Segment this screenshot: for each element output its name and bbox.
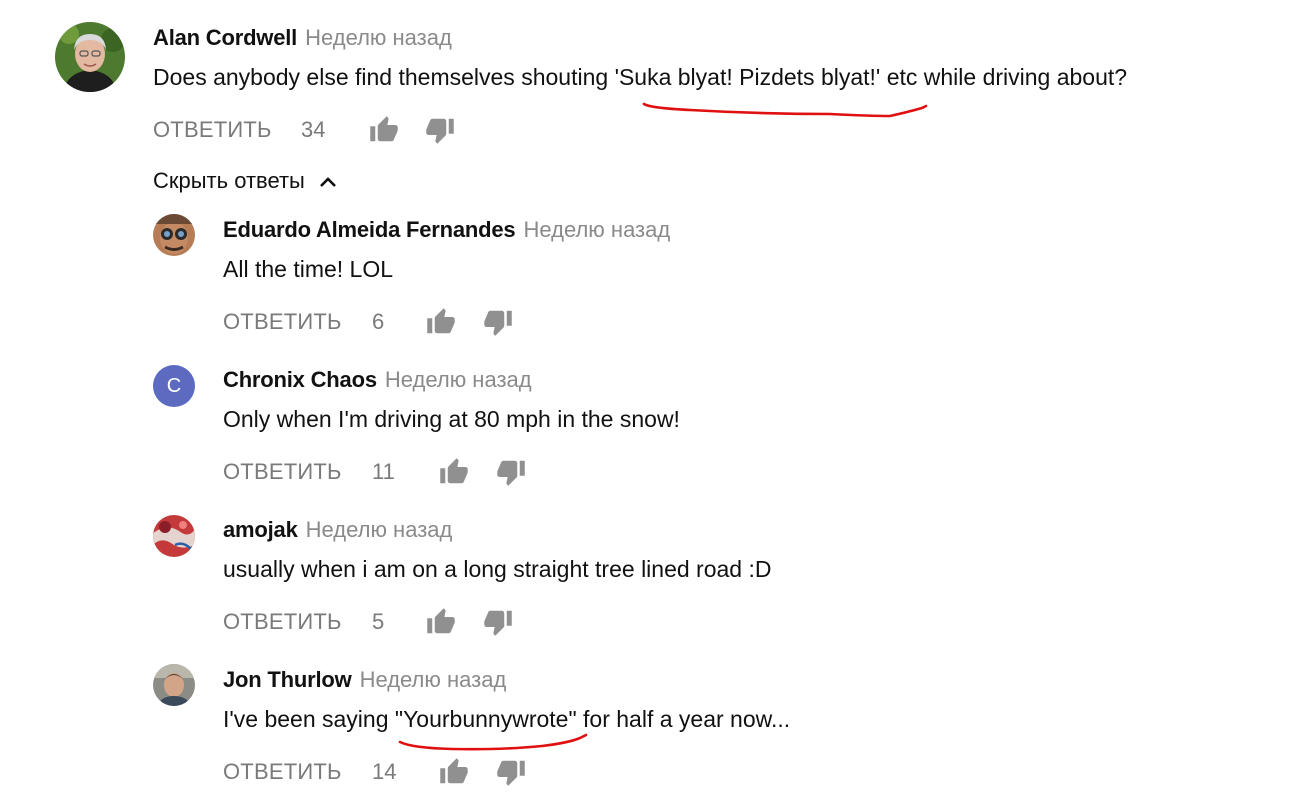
like-count: 34: [301, 117, 326, 142]
photo-man-portrait-icon: [153, 664, 195, 706]
like-count: 5: [372, 609, 385, 634]
comment-text: usually when i am on a long straight tre…: [223, 556, 772, 582]
timestamp[interactable]: Неделю назад: [523, 217, 670, 242]
avatar[interactable]: [153, 515, 195, 557]
comment-actions: ОТВЕТИТЬ 11: [223, 457, 543, 489]
avatar[interactable]: [153, 664, 195, 706]
hide-replies-button[interactable]: Скрыть ответы: [153, 168, 337, 194]
comment-header: Eduardo Almeida Fernandes Неделю назад: [223, 217, 670, 243]
dislike-icon[interactable]: [425, 115, 455, 145]
comment-header: Jon Thurlow Неделю назад: [223, 667, 506, 693]
like-icon[interactable]: [439, 757, 469, 787]
comment-actions: ОТВЕТИТЬ 34: [153, 115, 553, 147]
author-name[interactable]: amojak: [223, 517, 298, 542]
timestamp[interactable]: Неделю назад: [385, 367, 532, 392]
photo-red-abstract-icon: [153, 515, 195, 557]
annotation-underline: [642, 102, 928, 118]
photo-man-with-goggles-icon: [153, 214, 195, 256]
comment-actions: ОТВЕТИТЬ 5: [223, 607, 543, 639]
timestamp[interactable]: Неделю назад: [360, 667, 507, 692]
timestamp[interactable]: Неделю назад: [306, 517, 453, 542]
timestamp[interactable]: Неделю назад: [305, 25, 452, 50]
highlighted-phrase: "Yourbunnywrote": [394, 706, 577, 732]
comment-header: Chronix Chaos Неделю назад: [223, 367, 532, 393]
photo-gray-haired-man-icon: [55, 22, 125, 92]
comment-text-part: I've been saying: [223, 706, 395, 732]
like-icon[interactable]: [439, 457, 469, 487]
highlighted-phrase: 'Suka blyat! Pizdets blyat!': [614, 64, 881, 90]
dislike-icon[interactable]: [496, 457, 526, 487]
dislike-icon[interactable]: [483, 607, 513, 637]
comment-text: All the time! LOL: [223, 256, 394, 282]
dislike-icon[interactable]: [496, 757, 526, 787]
author-name[interactable]: Eduardo Almeida Fernandes: [223, 217, 516, 242]
comment-text-part: for half a year now...: [576, 706, 791, 732]
author-name[interactable]: Jon Thurlow: [223, 667, 352, 692]
like-count: 6: [372, 309, 385, 334]
like-count: 11: [372, 459, 395, 484]
comment-text: Only when I'm driving at 80 mph in the s…: [223, 406, 680, 432]
reply-button[interactable]: ОТВЕТИТЬ: [223, 759, 342, 785]
reply-button[interactable]: ОТВЕТИТЬ: [223, 309, 342, 335]
comment-actions: ОТВЕТИТЬ 14: [223, 757, 543, 789]
dislike-icon[interactable]: [483, 307, 513, 337]
comment-text: Does anybody else find themselves shouti…: [153, 64, 1127, 91]
comment-text-part: etc while driving about?: [880, 64, 1128, 90]
comment-header: Alan Cordwell Неделю назад: [153, 25, 452, 51]
comment-header: amojak Неделю назад: [223, 517, 452, 543]
like-icon[interactable]: [426, 307, 456, 337]
like-count: 14: [372, 759, 397, 784]
like-icon[interactable]: [426, 607, 456, 637]
chevron-up-icon: [320, 177, 336, 188]
comment-actions: ОТВЕТИТЬ 6: [223, 307, 543, 339]
reply-button[interactable]: ОТВЕТИТЬ: [223, 609, 342, 635]
avatar[interactable]: [55, 22, 125, 92]
author-name[interactable]: Chronix Chaos: [223, 367, 377, 392]
avatar[interactable]: [153, 214, 195, 256]
avatar[interactable]: C: [153, 365, 195, 407]
reply-button[interactable]: ОТВЕТИТЬ: [153, 117, 272, 143]
comment-text-part: Does anybody else find themselves shouti…: [153, 64, 615, 90]
reply-button[interactable]: ОТВЕТИТЬ: [223, 459, 342, 485]
comment-text: I've been saying "Yourbunnywrote" for ha…: [223, 706, 790, 733]
avatar-letter: C: [166, 375, 182, 397]
like-icon[interactable]: [369, 115, 399, 145]
hide-replies-label: Скрыть ответы: [153, 168, 305, 193]
author-name[interactable]: Alan Cordwell: [153, 25, 297, 50]
